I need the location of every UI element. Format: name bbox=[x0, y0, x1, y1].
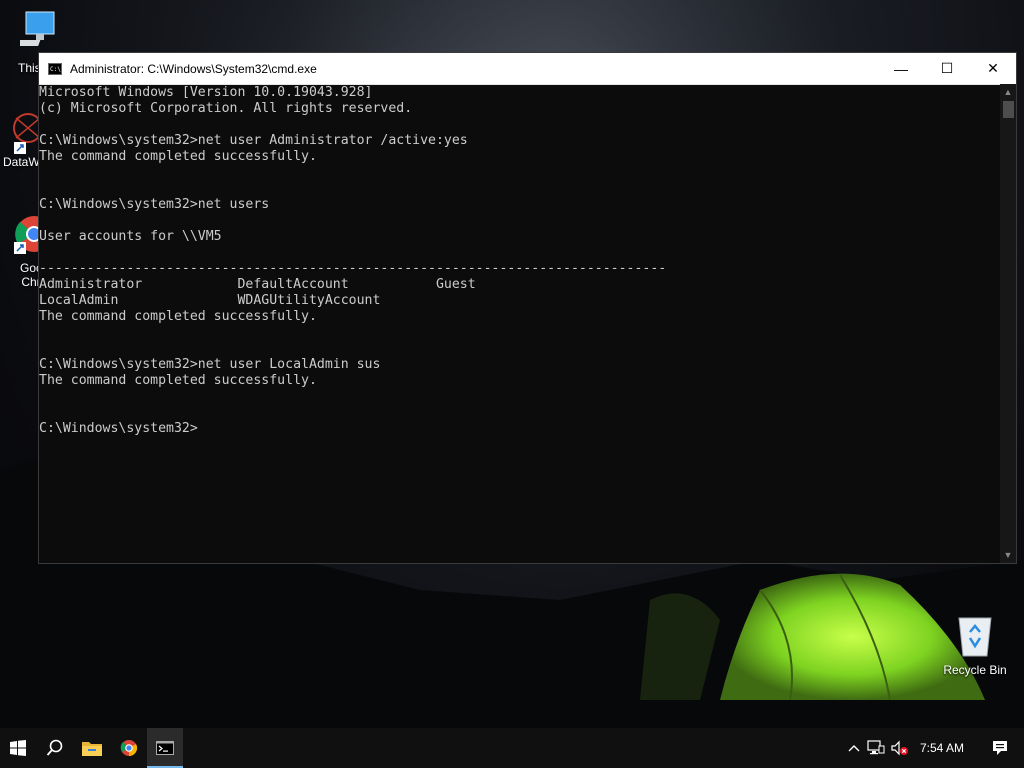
volume-button[interactable] bbox=[888, 728, 912, 768]
desktop-icon-google-chrome[interactable]: Goc Chr bbox=[0, 210, 52, 289]
console-line: Administrator DefaultAccount Guest bbox=[39, 277, 476, 292]
network-button[interactable] bbox=[864, 728, 888, 768]
console-line: Microsoft Windows [Version 10.0.19043.92… bbox=[39, 85, 373, 100]
search-button[interactable] bbox=[36, 728, 73, 768]
cmd-window[interactable]: Administrator: C:\Windows\System32\cmd.e… bbox=[38, 52, 1017, 564]
desktop-icon-recycle-bin[interactable]: Recycle Bin bbox=[940, 612, 1010, 677]
window-title: Administrator: C:\Windows\System32\cmd.e… bbox=[70, 61, 317, 76]
cmd-taskbar-button[interactable] bbox=[147, 728, 183, 768]
maximize-button[interactable]: ☐ bbox=[924, 53, 970, 84]
console-line: The command completed successfully. bbox=[39, 149, 317, 164]
chrome-button[interactable] bbox=[110, 728, 147, 768]
notification-icon bbox=[993, 741, 1007, 755]
console-line: C:\Windows\system32> bbox=[39, 421, 198, 436]
start-button[interactable] bbox=[0, 728, 36, 768]
system-tray: 7:54 AM bbox=[844, 728, 1024, 768]
this-pc-icon bbox=[14, 11, 55, 46]
action-center-button[interactable] bbox=[976, 728, 1024, 768]
console-output[interactable]: Microsoft Windows [Version 10.0.19043.92… bbox=[39, 84, 1000, 563]
desktop-icon-label: DataW bbox=[3, 155, 40, 169]
taskbar: 7:54 AM bbox=[0, 728, 1024, 768]
desktop-icon-label: Recycle Bin bbox=[943, 663, 1007, 677]
file-explorer-button[interactable] bbox=[73, 728, 110, 768]
chrome-icon bbox=[120, 740, 137, 757]
console-line: C:\Windows\system32>net users bbox=[39, 197, 270, 212]
search-icon bbox=[46, 739, 62, 756]
console-line: (c) Microsoft Corporation. All rights re… bbox=[39, 101, 413, 116]
console-line: LocalAdmin WDAGUtilityAccount bbox=[39, 293, 381, 308]
console-line: The command completed successfully. bbox=[39, 373, 317, 388]
close-button[interactable]: ✕ bbox=[970, 53, 1016, 84]
scroll-up-icon[interactable]: ▲ bbox=[1000, 84, 1016, 100]
chevron-up-icon bbox=[848, 745, 860, 752]
desktop-icon-datawedge[interactable]: DataW bbox=[0, 110, 43, 169]
windows-start-icon bbox=[10, 740, 26, 756]
taskbar-clock[interactable]: 7:54 AM bbox=[920, 741, 964, 755]
file-explorer-icon bbox=[81, 742, 102, 756]
vertical-scrollbar[interactable]: ▲ ▼ bbox=[1000, 84, 1016, 563]
cmd-icon bbox=[156, 741, 174, 755]
volume-muted-icon bbox=[891, 740, 908, 756]
cmd-icon bbox=[48, 62, 62, 75]
recycle-bin-icon bbox=[958, 617, 992, 657]
window-titlebar[interactable]: Administrator: C:\Windows\System32\cmd.e… bbox=[39, 53, 1016, 85]
console-line: ----------------------------------------… bbox=[39, 261, 667, 276]
network-icon bbox=[867, 740, 885, 755]
datawedge-icon bbox=[13, 113, 43, 154]
scroll-down-icon[interactable]: ▼ bbox=[1000, 547, 1016, 563]
console-line: The command completed successfully. bbox=[39, 309, 317, 324]
console-line: C:\Windows\system32>net user LocalAdmin … bbox=[39, 357, 381, 372]
window-controls: — ☐ ✕ bbox=[878, 53, 1016, 84]
console-line: User accounts for \\VM5 bbox=[39, 229, 222, 244]
console-line: C:\Windows\system32>net user Administrat… bbox=[39, 133, 468, 148]
google-chrome-icon bbox=[14, 216, 52, 254]
minimize-button[interactable]: — bbox=[878, 53, 924, 84]
show-hidden-icons-button[interactable] bbox=[844, 728, 864, 768]
scrollbar-thumb[interactable] bbox=[1003, 101, 1014, 118]
